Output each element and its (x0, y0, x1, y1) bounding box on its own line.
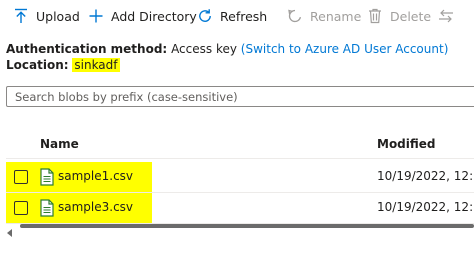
refresh-icon (196, 7, 214, 25)
file-icon (40, 199, 54, 217)
location-value: sinkadf (72, 58, 120, 72)
modified-date: 10/19/2022, 12:30 (377, 169, 474, 183)
file-name[interactable]: sample1.csv (58, 169, 133, 183)
search-input[interactable] (7, 87, 474, 106)
delete-label: Delete (390, 8, 432, 24)
add-directory-button[interactable]: Add Directory (87, 0, 197, 32)
horizontal-scrollbar[interactable] (6, 222, 474, 237)
scrollbar-thumb[interactable] (20, 224, 474, 228)
switch-auth-link[interactable]: (Switch to Azure AD User Account) (241, 42, 449, 56)
header-divider (6, 158, 474, 159)
row-checkbox[interactable] (14, 170, 28, 184)
change-icon (437, 7, 455, 25)
auth-method-value: Access key (171, 42, 237, 56)
column-header-modified[interactable]: Modified (377, 137, 436, 151)
refresh-button[interactable]: Refresh (196, 0, 267, 32)
command-bar: Upload Add Directory Refresh Rename Dele… (0, 0, 474, 32)
add-icon (87, 7, 105, 25)
upload-icon (12, 7, 30, 25)
modified-date: 10/19/2022, 12:31 (377, 200, 474, 214)
upload-label: Upload (36, 8, 80, 24)
row-checkbox[interactable] (14, 201, 28, 215)
delete-button[interactable]: Delete (366, 0, 431, 32)
file-icon (40, 168, 54, 186)
add-directory-label: Add Directory (111, 8, 197, 24)
change-tier-button[interactable] (437, 0, 461, 32)
column-header-name[interactable]: Name (40, 137, 79, 151)
file-name[interactable]: sample3.csv (58, 200, 133, 214)
scroll-left-arrow-icon[interactable] (6, 222, 14, 237)
search-box (6, 86, 474, 107)
refresh-label: Refresh (220, 8, 268, 24)
rename-label: Rename (310, 8, 362, 24)
location-label: Location: (6, 58, 69, 72)
auth-method: Authentication method: Access key (Switc… (6, 42, 448, 56)
rename-button[interactable]: Rename (286, 0, 361, 32)
rename-icon (286, 7, 304, 25)
delete-icon (366, 7, 384, 25)
upload-button[interactable]: Upload (12, 0, 80, 32)
table-row[interactable]: sample1.csv 10/19/2022, 12:30 (6, 162, 474, 193)
location: Location: sinkadf (6, 58, 120, 72)
auth-method-label: Authentication method: (6, 42, 168, 56)
table-row[interactable]: sample3.csv 10/19/2022, 12:31 (6, 193, 474, 224)
